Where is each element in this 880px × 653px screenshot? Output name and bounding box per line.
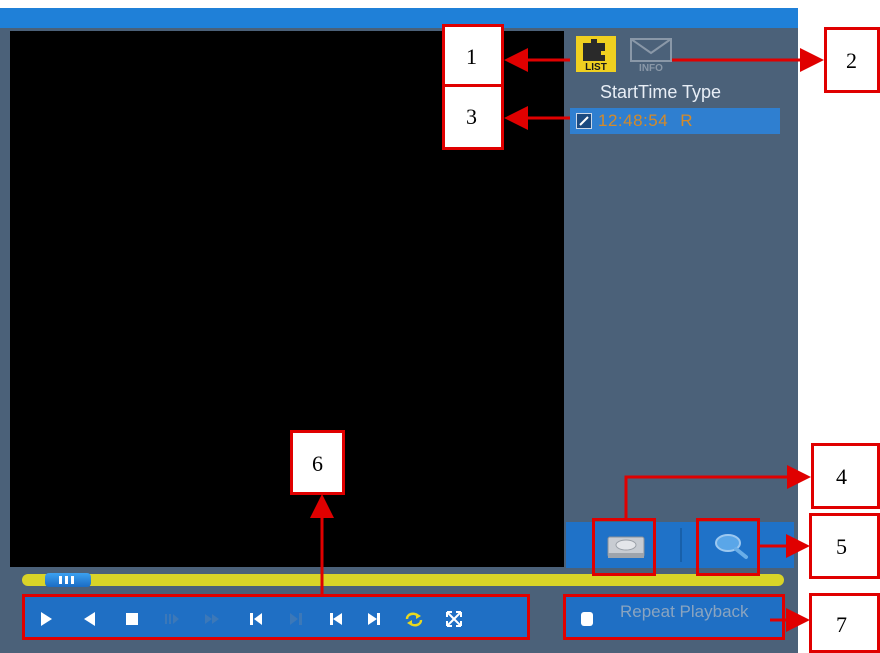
arrow-4 <box>624 465 811 518</box>
callout-arrows <box>310 48 824 632</box>
